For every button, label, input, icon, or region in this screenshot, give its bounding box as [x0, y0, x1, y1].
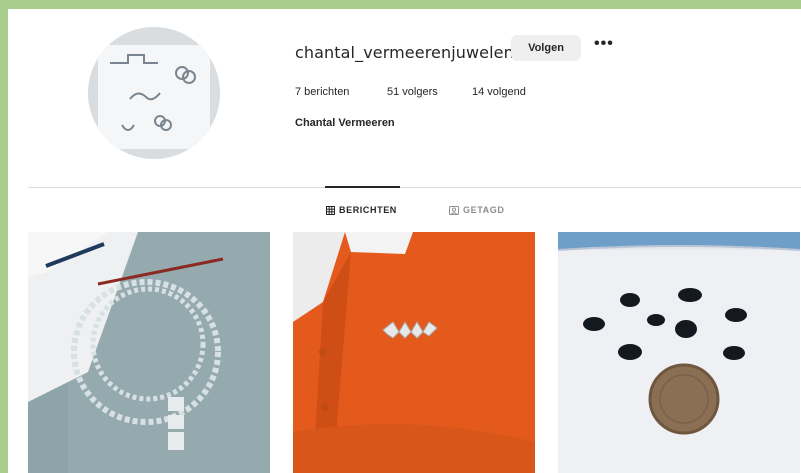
follow-button[interactable]: Volgen: [511, 35, 581, 61]
profile-avatar[interactable]: [88, 27, 220, 159]
profile-divider: [28, 187, 801, 188]
post-mussel-shells[interactable]: [558, 232, 800, 473]
tab-getagd-label: GETAGD: [463, 205, 505, 215]
necklace-drawing-photo-icon: [28, 232, 270, 473]
tab-berichten-label: BERICHTEN: [339, 205, 397, 215]
post-necklace[interactable]: [28, 232, 270, 473]
tag-icon: [449, 205, 459, 215]
jewelry-sketch-avatar-icon: [88, 27, 220, 159]
tab-berichten[interactable]: BERICHTEN: [326, 205, 397, 215]
grid-icon: [326, 205, 335, 215]
profile-page: chantal_vermeerenjuwelen Volgen ••• 7 be…: [8, 9, 801, 473]
active-tab-indicator: [325, 186, 400, 188]
tab-getagd[interactable]: GETAGD: [449, 205, 504, 215]
profile-full-name: Chantal Vermeeren: [295, 117, 395, 129]
post-fish-brooch[interactable]: [293, 232, 535, 473]
posts-count: 7 berichten: [295, 86, 350, 98]
mussel-shells-photo-icon: [558, 232, 800, 473]
more-options-icon[interactable]: •••: [594, 35, 614, 53]
following-count[interactable]: 14 volgend: [472, 86, 526, 98]
profile-username: chantal_vermeerenjuwelen: [295, 43, 514, 62]
followers-count[interactable]: 51 volgers: [387, 86, 438, 98]
fish-brooch-photo-icon: [293, 232, 535, 473]
